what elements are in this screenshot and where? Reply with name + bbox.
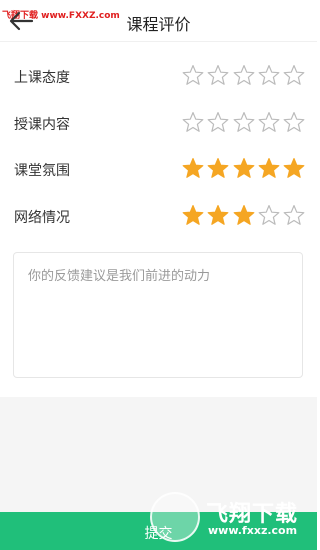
star-filled-icon[interactable] [182,204,204,226]
logo-watermark-icon [150,492,200,542]
star-empty-icon[interactable] [283,111,305,133]
rating-row-content: 授课内容 [0,107,317,137]
rating-label: 上课态度 [14,70,70,86]
star-empty-icon[interactable] [207,111,229,133]
star-rating[interactable] [182,64,308,86]
header-bar: 飞翔下载 www.FXXZ.com 课程评价 [0,0,317,42]
rating-label: 授课内容 [14,117,70,133]
star-filled-icon[interactable] [283,157,305,179]
star-empty-icon[interactable] [258,204,280,226]
star-rating[interactable] [182,204,308,226]
rating-label: 课堂氛围 [14,163,70,179]
rating-row-network: 网络情况 [0,200,317,230]
star-empty-icon[interactable] [207,64,229,86]
header-divider [0,41,317,42]
star-filled-icon[interactable] [207,157,229,179]
rating-row-attitude: 上课态度 [0,60,317,90]
star-empty-icon[interactable] [233,64,255,86]
star-filled-icon[interactable] [207,204,229,226]
star-empty-icon[interactable] [258,64,280,86]
star-empty-icon[interactable] [258,111,280,133]
star-empty-icon[interactable] [182,64,204,86]
star-filled-icon[interactable] [258,157,280,179]
star-filled-icon[interactable] [233,157,255,179]
logo-watermark-url: www.fxxz.com [208,524,298,537]
star-empty-icon[interactable] [283,204,305,226]
star-rating[interactable] [182,111,308,133]
rating-row-atmosphere: 课堂氛围 [0,153,317,183]
star-filled-icon[interactable] [182,157,204,179]
star-empty-icon[interactable] [283,64,305,86]
star-empty-icon[interactable] [233,111,255,133]
star-filled-icon[interactable] [233,204,255,226]
star-rating[interactable] [182,157,308,179]
page-title: 课程评价 [126,15,191,34]
logo-watermark: 飞翔下载 www.fxxz.com [150,490,315,550]
rating-label: 网络情况 [14,210,70,226]
feedback-input[interactable] [14,253,302,377]
star-empty-icon[interactable] [182,111,204,133]
feedback-box [13,252,303,378]
